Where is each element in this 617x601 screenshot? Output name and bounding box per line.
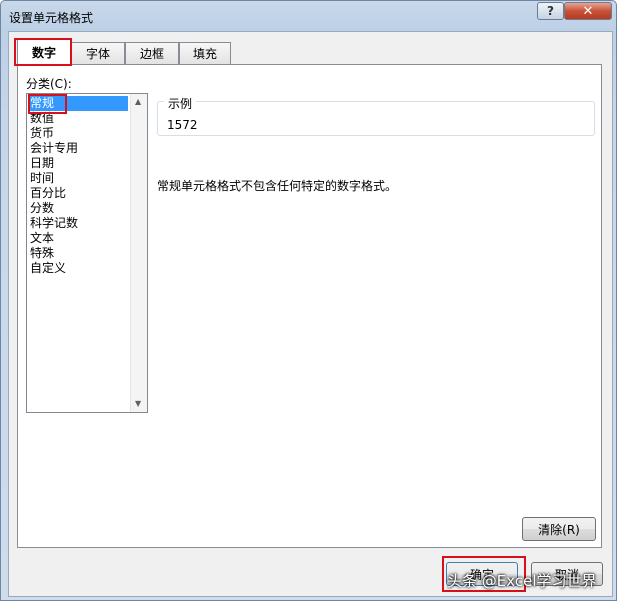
category-item-special[interactable]: 特殊 [29, 246, 55, 261]
category-item-general[interactable]: 常规 [29, 96, 128, 111]
sample-value: 1572 [167, 118, 198, 132]
category-item-date[interactable]: 日期 [29, 156, 55, 171]
scroll-up-icon[interactable]: ▲ [135, 97, 141, 106]
number-tab-panel: 分类(C): 常规 数值 货币 会计专用 日期 时间 百分比 分数 科学记数 文… [17, 64, 602, 548]
sample-label: 示例 [164, 95, 197, 112]
category-item-accounting[interactable]: 会计专用 [29, 141, 79, 156]
category-scrollbar[interactable]: ▲ ▼ [130, 94, 147, 412]
tab-fill[interactable]: 填充 [179, 42, 231, 64]
scroll-down-icon[interactable]: ▼ [135, 399, 141, 408]
category-list[interactable]: 常规 数值 货币 会计专用 日期 时间 百分比 分数 科学记数 文本 特殊 自定… [26, 93, 148, 413]
category-item-fraction[interactable]: 分数 [29, 201, 55, 216]
watermark-text: 头条 @Excel学习世界 [447, 572, 597, 590]
category-label: 分类(C): [26, 77, 72, 91]
close-button[interactable]: ✕ [564, 2, 612, 20]
sample-box [157, 101, 595, 136]
category-item-number[interactable]: 数值 [29, 111, 55, 126]
tab-font[interactable]: 字体 [71, 42, 125, 64]
category-item-currency[interactable]: 货币 [29, 126, 55, 141]
format-description: 常规单元格格式不包含任何特定的数字格式。 [157, 179, 398, 193]
tab-number[interactable]: 数字 [17, 39, 71, 65]
format-cells-dialog: 设置单元格格式 ? ✕ 数字 字体 边框 填充 分类(C): 常规 数值 货币 … [0, 0, 617, 601]
dialog-title: 设置单元格格式 [9, 11, 94, 25]
category-item-time[interactable]: 时间 [29, 171, 55, 186]
tab-border[interactable]: 边框 [125, 42, 179, 64]
dialog-body: 数字 字体 边框 填充 分类(C): 常规 数值 货币 会计专用 日期 时间 百… [8, 31, 613, 597]
category-item-scientific[interactable]: 科学记数 [29, 216, 79, 231]
help-button[interactable]: ? [537, 2, 564, 20]
category-item-custom[interactable]: 自定义 [29, 261, 67, 276]
clear-button[interactable]: 清除(R) [522, 517, 596, 541]
category-item-percentage[interactable]: 百分比 [29, 186, 67, 201]
category-item-text[interactable]: 文本 [29, 231, 55, 246]
